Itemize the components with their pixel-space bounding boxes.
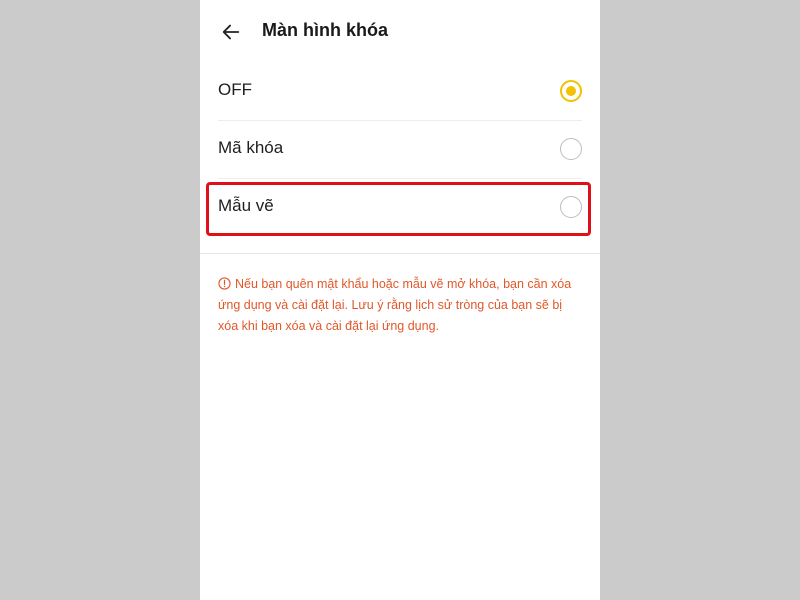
section-divider [200,253,600,254]
page-title: Màn hình khóa [262,20,388,40]
option-pattern-label: Mẫu vẽ [218,196,274,215]
option-passcode-label: Mã khóa [218,138,284,157]
option-pattern[interactable]: Mẫu vẽ [208,181,590,233]
warning-notice: Nếu bạn quên mật khẩu hoặc mẫu vẽ mở khó… [218,274,584,337]
row-divider [218,178,582,179]
row-divider [218,120,582,121]
option-off[interactable]: OFF [208,65,590,117]
arrow-left-icon [222,24,240,40]
warning-notice-text: Nếu bạn quên mật khẩu hoặc mẫu vẽ mở khó… [218,277,572,333]
info-circle-icon [218,277,231,290]
top-app-bar: Màn hình khóa [200,0,600,62]
option-passcode[interactable]: Mã khóa [208,123,590,175]
radio-passcode[interactable] [560,138,582,160]
back-button[interactable] [214,15,248,49]
radio-off-selected[interactable] [560,80,582,102]
radio-pattern[interactable] [560,196,582,218]
lock-screen-settings-page: Màn hình khóa OFF Mã khóa Mẫu vẽ Nếu bạn… [200,0,600,600]
option-off-label: OFF [218,80,252,99]
